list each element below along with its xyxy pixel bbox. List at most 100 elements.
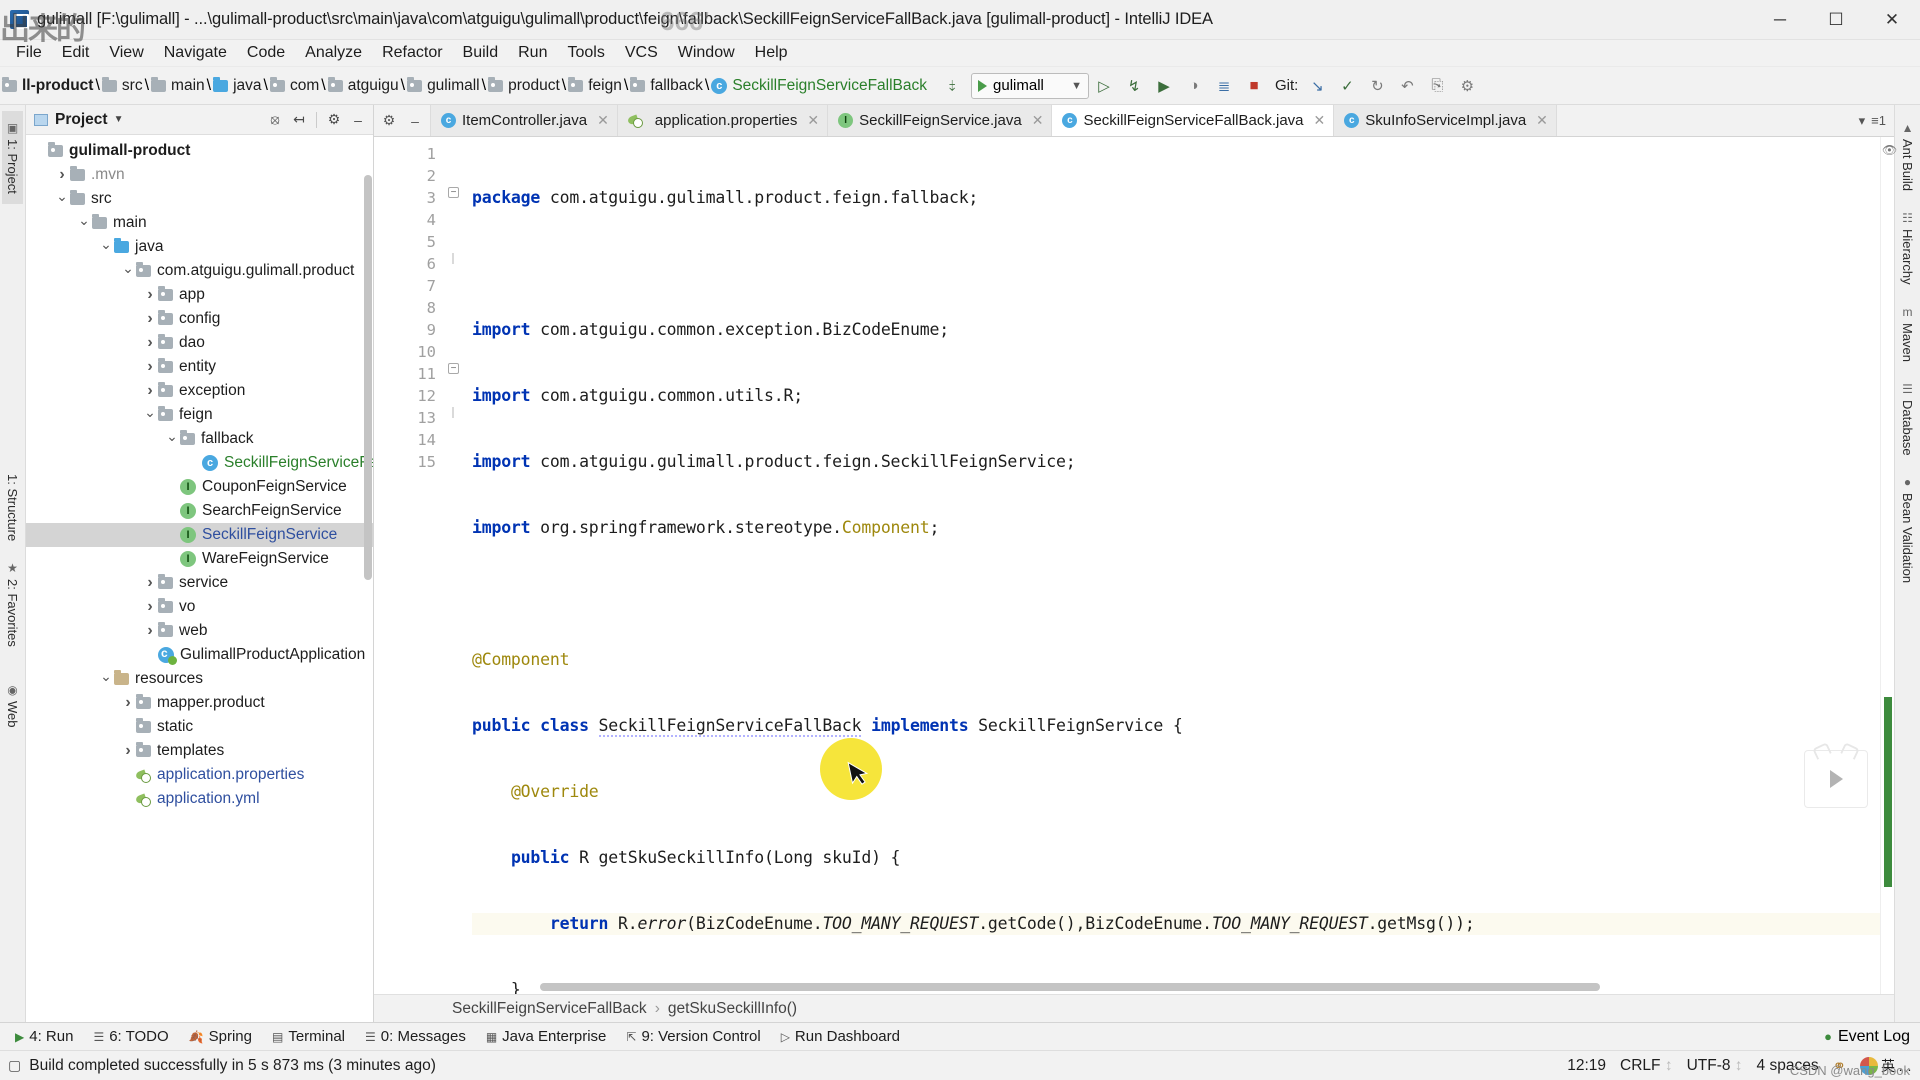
tree-row[interactable]: resources [26, 667, 373, 691]
chevron-down-icon[interactable] [164, 431, 180, 448]
chevron-right-icon[interactable] [142, 286, 158, 304]
tree-row[interactable]: feign [26, 403, 373, 427]
gear-icon[interactable]: ⚙ [323, 109, 345, 131]
tab-seckill-feign-service[interactable]: I SeckillFeignService.java ✕ [827, 105, 1052, 136]
list-icon[interactable]: ≡1 [1871, 113, 1886, 128]
tree-row[interactable]: GulimallProductApplication [26, 643, 373, 667]
makeproject-icon[interactable]: ⤈ [939, 73, 965, 99]
collapse-all-icon[interactable]: ↤ [288, 109, 310, 131]
maximize-button[interactable]: ☐ [1808, 0, 1864, 40]
tree-row[interactable]: mapper.product [26, 691, 373, 715]
git-rollback-icon[interactable]: ↶ [1394, 73, 1420, 99]
marker-stripe[interactable] [1884, 697, 1892, 887]
breadcrumb-method-label[interactable]: getSkuSeckillInfo() [668, 1000, 797, 1018]
chevron-down-icon[interactable] [142, 407, 158, 424]
breadcrumb-src[interactable]: src [100, 75, 145, 97]
editor-gutter[interactable]: 1 2 3 4 5 6 7 8 9 10 11 [374, 137, 442, 994]
chevron-right-icon[interactable] [120, 742, 136, 760]
code-folding-column[interactable]: − − [442, 137, 472, 994]
fold-marker-imports[interactable]: − [448, 187, 459, 198]
chevron-right-icon[interactable] [142, 598, 158, 616]
menu-file[interactable]: File [6, 41, 52, 65]
inspection-eye-icon[interactable]: 👁 [1882, 143, 1897, 157]
breadcrumb-class[interactable]: c SeckillFeignServiceFallBack [709, 75, 929, 97]
sidebar-item-ant-build[interactable]: ▲ Ant Build [1897, 111, 1918, 201]
close-button[interactable]: ✕ [1864, 0, 1920, 40]
tree-row[interactable]: static [26, 715, 373, 739]
git-history-icon[interactable]: ↻ [1364, 73, 1390, 99]
chevron-right-icon[interactable] [142, 622, 158, 640]
tool-window-java-enterprise[interactable]: ▦ Java Enterprise [477, 1026, 616, 1047]
tree-row[interactable]: fallback [26, 427, 373, 451]
tree-row[interactable]: ISearchFeignService [26, 499, 373, 523]
chevron-right-icon[interactable] [54, 166, 70, 184]
sidebar-item-hierarchy[interactable]: ☷ Hierarchy [1897, 201, 1918, 295]
tool-window-todo[interactable]: ☰ 6: TODO [84, 1026, 177, 1047]
breadcrumb-java[interactable]: java [211, 75, 263, 97]
breadcrumb-fallback[interactable]: fallback [628, 75, 705, 97]
tab-seckill-feign-service-fallback[interactable]: c SeckillFeignServiceFallBack.java ✕ [1051, 105, 1334, 136]
indent-setting[interactable]: 4 spaces [1757, 1057, 1819, 1075]
menu-view[interactable]: View [99, 41, 153, 65]
chevron-right-icon[interactable] [142, 334, 158, 352]
chevron-right-icon[interactable] [142, 358, 158, 376]
tree-row[interactable]: ISeckillFeignService [26, 523, 373, 547]
breadcrumb-module[interactable]: ll-product [0, 75, 95, 97]
sidebar-item-maven[interactable]: m Maven [1897, 295, 1918, 372]
tree-row[interactable]: exception [26, 379, 373, 403]
tool-window-version-control[interactable]: ⇱ 9: Version Control [617, 1026, 769, 1047]
tool-window-run-dashboard[interactable]: ▷ Run Dashboard [772, 1026, 909, 1047]
tree-row[interactable]: com.atguigu.gulimall.product [26, 259, 373, 283]
line-separator[interactable]: CRLF ↕ [1620, 1057, 1673, 1075]
event-log-label[interactable]: Event Log [1838, 1028, 1910, 1046]
tree-row[interactable]: application.properties [26, 763, 373, 787]
gear-icon[interactable]: ⚙ [380, 112, 398, 129]
tree-row[interactable]: .mvn [26, 163, 373, 187]
chevron-down-icon[interactable]: ▼ [114, 114, 124, 125]
settings-icon[interactable]: ⚙ [1454, 73, 1480, 99]
floating-video-player[interactable] [1804, 750, 1868, 808]
tree-row[interactable]: web [26, 619, 373, 643]
close-icon[interactable]: ✕ [807, 112, 819, 129]
breadcrumb-gulimall[interactable]: gulimall [405, 75, 482, 97]
caret-position[interactable]: 12:19 [1567, 1057, 1606, 1075]
locate-icon[interactable]: ⦻ [264, 109, 286, 131]
sidebar-item-web[interactable]: ◉ Web [2, 673, 23, 738]
tree-row[interactable]: ICouponFeignService [26, 475, 373, 499]
tree-row[interactable]: src [26, 187, 373, 211]
tab-item-controller[interactable]: c ItemController.java ✕ [430, 105, 618, 136]
menu-refactor[interactable]: Refactor [372, 41, 452, 65]
hide-icon[interactable]: – [406, 113, 424, 129]
close-icon[interactable]: ✕ [1536, 112, 1548, 129]
close-icon[interactable]: ✕ [1032, 112, 1044, 129]
tool-window-spring[interactable]: 🍂 Spring [180, 1026, 261, 1047]
close-icon[interactable]: ✕ [597, 112, 609, 129]
run-icon[interactable]: ▷ [1091, 73, 1117, 99]
chevron-down-icon[interactable] [54, 191, 70, 208]
breadcrumb-product[interactable]: product [486, 75, 562, 97]
code-editor[interactable]: 1 2 3 4 5 6 7 8 9 10 11 [374, 137, 1894, 994]
file-encoding[interactable]: UTF-8 ↕ [1687, 1057, 1743, 1075]
fold-marker-method[interactable]: − [448, 363, 459, 374]
project-tree[interactable]: gulimall-product.mvnsrcmainjavacom.atgui… [26, 135, 373, 1022]
tool-window-run[interactable]: ▶ 4: Run [6, 1026, 82, 1047]
breadcrumb-main[interactable]: main [149, 75, 207, 97]
tree-row[interactable]: service [26, 571, 373, 595]
tree-scrollbar[interactable] [364, 175, 372, 580]
minimize-button[interactable]: ─ [1752, 0, 1808, 40]
tree-row[interactable]: java [26, 235, 373, 259]
tab-application-properties[interactable]: application.properties ✕ [617, 105, 828, 136]
tree-row[interactable]: vo [26, 595, 373, 619]
chevron-right-icon[interactable] [142, 574, 158, 592]
editor-horizontal-scrollbar[interactable] [540, 982, 1866, 992]
editor-marker-bar[interactable]: 👁 [1880, 137, 1894, 994]
sidebar-item-structure[interactable]: 1: Structure [2, 464, 23, 551]
sidebar-item-bean-validation[interactable]: ● Bean Validation [1897, 465, 1918, 593]
breadcrumb-com[interactable]: com [268, 75, 321, 97]
menu-help[interactable]: Help [745, 41, 798, 65]
sidebar-item-favorites[interactable]: ★ 2: Favorites [2, 551, 23, 657]
breadcrumb-class-label[interactable]: SeckillFeignServiceFallBack [452, 1000, 647, 1018]
stop-icon[interactable]: ■ [1241, 73, 1267, 99]
breadcrumb-atguigu[interactable]: atguigu [326, 75, 401, 97]
ime-indicator[interactable]: 英 … [1860, 1056, 1912, 1076]
